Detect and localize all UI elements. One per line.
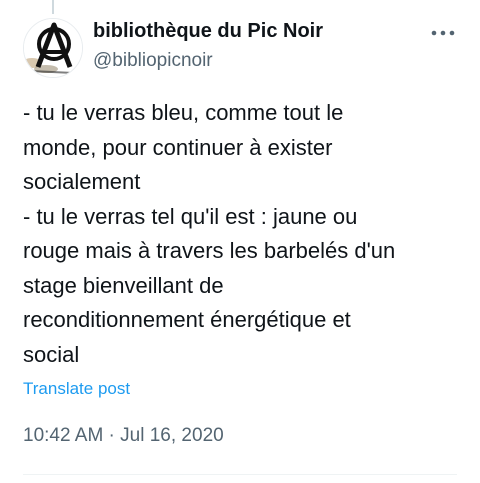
timestamp-separator: ·: [103, 425, 121, 446]
tweet-text-line: - tu le verras bleu, comme tout le: [23, 100, 344, 125]
author-display-name[interactable]: bibliothèque du Pic Noir: [93, 20, 323, 43]
anarchy-symbol-icon: [24, 19, 82, 77]
tweet-text-line: reconditionnement énergétique et: [23, 307, 351, 332]
post-date[interactable]: Jul 16, 2020: [120, 425, 224, 446]
thread-connector-line: [52, 0, 54, 14]
more-horizontal-icon: [431, 30, 455, 36]
more-options-button[interactable]: [428, 22, 458, 44]
tweet-text-line: - tu le verras tel qu'il est : jaune ou: [23, 203, 358, 229]
tweet-text-line: stage bienveillant de: [23, 272, 224, 298]
author-handle[interactable]: @bibliopicnoir: [93, 50, 213, 72]
tweet-text-line: monde, pour continuer à exister: [23, 134, 333, 160]
tweet-text-line: rouge mais à travers les barbelés d'un: [23, 238, 396, 263]
tweet-text: - tu le verras bleu, comme tout le monde…: [23, 96, 463, 372]
post-time[interactable]: 10:42 AM: [23, 425, 103, 446]
post-timestamp[interactable]: 10:42 AM · Jul 16, 2020: [23, 425, 224, 447]
translate-post-link[interactable]: Translate post: [23, 379, 130, 399]
tweet-text-line: socialement: [23, 169, 141, 194]
tweet-text-line: social: [23, 341, 80, 367]
divider: [23, 474, 457, 475]
avatar[interactable]: [23, 18, 83, 78]
